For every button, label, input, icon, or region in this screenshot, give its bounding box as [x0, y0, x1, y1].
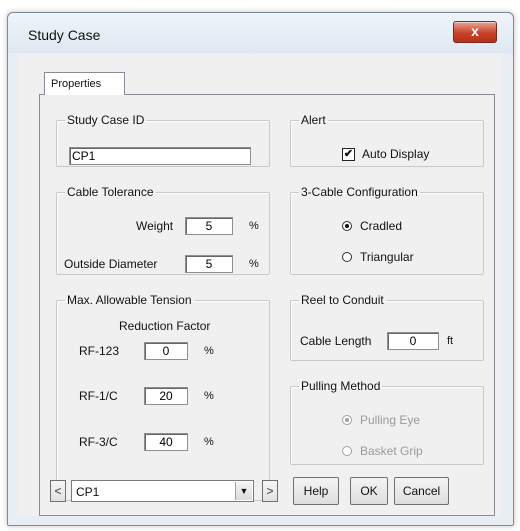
triangular-radio[interactable]	[342, 252, 352, 262]
max-allowable-tension-legend: Max. Allowable Tension	[67, 293, 192, 307]
rf-1c-unit: %	[204, 390, 214, 402]
cable-length-input[interactable]	[387, 332, 439, 350]
reel-to-conduit-legend: Reel to Conduit	[301, 293, 384, 307]
three-cable-configuration-legend: 3-Cable Configuration	[301, 185, 418, 199]
weight-label: Weight	[136, 219, 174, 233]
help-button[interactable]: Help	[293, 477, 339, 505]
chevron-left-icon: <	[54, 484, 62, 498]
checkmark-icon: ✔	[343, 148, 354, 160]
tab-properties-label: Properties	[51, 78, 102, 90]
close-icon: x	[471, 23, 479, 39]
cable-length-label: Cable Length	[300, 334, 372, 348]
auto-display-label: Auto Display	[362, 147, 430, 161]
rf-3c-label: RF-3/C	[79, 435, 118, 449]
rf-1c-label: RF-1/C	[79, 389, 118, 403]
rf-1c-input[interactable]	[144, 387, 188, 405]
cable-length-unit: ft	[447, 335, 454, 347]
rf-123-unit: %	[204, 345, 214, 357]
reel-to-conduit-group: Reel to Conduit Cable Length ft	[290, 293, 484, 361]
properties-panel: Study Case ID Alert ✔ Auto Display Cable…	[39, 94, 495, 516]
cable-tolerance-legend: Cable Tolerance	[67, 185, 154, 199]
alert-group: Alert ✔ Auto Display	[290, 113, 484, 167]
window-title: Study Case	[28, 27, 101, 43]
outside-diameter-input[interactable]	[185, 255, 233, 273]
study-case-id-legend: Study Case ID	[67, 113, 145, 127]
pulling-method-legend: Pulling Method	[301, 379, 381, 393]
pulling-eye-label: Pulling Eye	[360, 413, 421, 427]
tab-properties[interactable]: Properties	[44, 72, 125, 95]
cable-tolerance-group: Cable Tolerance Weight % Outside Diamete…	[56, 185, 270, 275]
close-button[interactable]: x	[453, 21, 497, 43]
study-case-select-value: CP1	[76, 485, 100, 499]
dialog-client-area: Properties Study Case ID Alert ✔ Auto Di…	[18, 54, 501, 516]
rf-3c-input[interactable]	[144, 433, 188, 451]
max-allowable-tension-group: Max. Allowable Tension Reduction Factor …	[56, 293, 270, 501]
triangular-label: Triangular	[360, 250, 414, 264]
basket-grip-label: Basket Grip	[360, 444, 423, 458]
alert-legend: Alert	[301, 113, 326, 127]
reduction-factor-heading: Reduction Factor	[119, 319, 211, 333]
outside-diameter-label: Outside Diameter	[64, 257, 158, 271]
pulling-method-group: Pulling Method Pulling Eye Basket Grip	[290, 379, 484, 465]
rf-123-label: RF-123	[79, 344, 120, 358]
rf-3c-unit: %	[204, 436, 214, 448]
weight-input[interactable]	[185, 217, 233, 235]
three-cable-configuration-group: 3-Cable Configuration Cradled Triangular	[290, 185, 484, 275]
study-case-id-input[interactable]	[69, 147, 251, 165]
chevron-down-icon[interactable]: ▼	[235, 482, 252, 500]
auto-display-checkbox[interactable]: ✔	[342, 148, 355, 161]
study-case-dialog: Study Case x Properties Study Case ID Al…	[7, 12, 514, 526]
ok-button[interactable]: OK	[350, 477, 388, 505]
cradled-label: Cradled	[360, 219, 403, 233]
basket-grip-radio	[342, 446, 352, 456]
title-bar[interactable]: Study Case x	[8, 13, 513, 53]
cradled-radio[interactable]	[342, 221, 352, 231]
previous-case-button[interactable]: <	[50, 480, 66, 502]
outside-diameter-unit: %	[249, 258, 259, 270]
next-case-button[interactable]: >	[262, 480, 278, 502]
weight-unit: %	[249, 220, 259, 232]
cancel-button[interactable]: Cancel	[394, 477, 449, 505]
pulling-eye-radio	[342, 415, 352, 425]
chevron-right-icon: >	[266, 484, 274, 498]
rf-123-input[interactable]	[144, 342, 188, 360]
study-case-id-group: Study Case ID	[56, 113, 270, 167]
study-case-select[interactable]: CP1 ▼	[71, 480, 254, 502]
